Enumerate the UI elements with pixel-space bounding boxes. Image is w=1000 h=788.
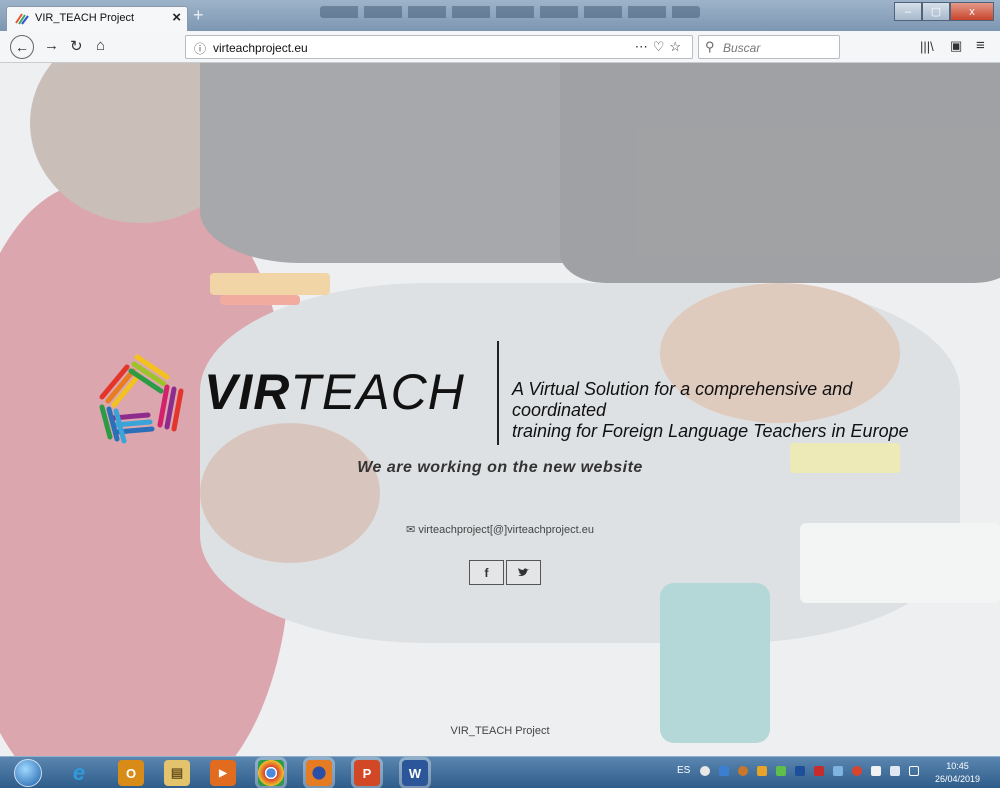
tray-antivirus-icon[interactable] — [852, 765, 863, 776]
bookmark-star-icon[interactable]: ☆ — [669, 39, 686, 54]
taskbar-word[interactable]: W — [402, 760, 428, 786]
forward-icon[interactable]: → — [44, 37, 59, 54]
tab-title: VIR_TEACH Project — [35, 12, 135, 24]
minimize-button[interactable]: – — [894, 2, 922, 21]
envelope-icon: ✉ — [406, 524, 416, 536]
search-icon: ⚲ — [705, 39, 715, 54]
tab-close-icon[interactable]: × — [172, 9, 181, 26]
language-indicator[interactable]: ES — [677, 765, 690, 776]
new-tab-button[interactable]: + — [193, 5, 204, 26]
menu-icon[interactable]: ≡ — [976, 37, 985, 54]
site-favicon-icon — [15, 13, 29, 25]
tray-bluetooth-icon[interactable] — [795, 765, 806, 776]
tagline-line-1: A Virtual Solution for a comprehensive a… — [512, 379, 853, 420]
tray-update-icon[interactable] — [776, 765, 787, 776]
contact-email[interactable]: ✉ virteachproject[@]virteachproject.eu — [0, 523, 1000, 536]
clock-time: 10:45 — [946, 761, 969, 771]
search-placeholder: Buscar — [723, 41, 761, 55]
tray-chrome-icon[interactable] — [738, 765, 749, 776]
internet-explorer-icon: e — [72, 760, 86, 785]
tab-virteach[interactable]: VIR_TEACH Project × — [6, 6, 188, 31]
virteach-logo-mark-icon — [99, 354, 184, 444]
tray-acrobat-icon[interactable] — [814, 765, 825, 776]
tray-network-app-icon[interactable] — [719, 765, 730, 776]
page-footer: VIR_TEACH Project — [450, 725, 550, 737]
virteach-wordmark: VIRTEACH — [204, 364, 465, 420]
system-tray: ES — [677, 765, 928, 776]
taskbar-outlook[interactable]: O — [118, 760, 144, 786]
tray-usb-icon[interactable] — [833, 765, 844, 776]
taskbar-powerpoint[interactable]: P — [354, 760, 380, 786]
taskbar-firefox[interactable] — [306, 760, 332, 786]
twitter-icon — [518, 568, 529, 576]
address-bar[interactable]: ⓘ virteachproject.eu ⋯♡☆ — [185, 35, 693, 59]
page-viewport: VIRTEACH A Virtual Solution for a compre… — [0, 63, 1000, 756]
pocket-icon[interactable]: ♡ — [653, 39, 670, 54]
outlook-icon: O — [125, 765, 137, 781]
tray-security-icon[interactable] — [757, 765, 768, 776]
powerpoint-icon: P — [362, 765, 372, 781]
home-icon[interactable]: ⌂ — [96, 37, 105, 54]
tray-volume-icon[interactable] — [909, 765, 920, 776]
facebook-button[interactable]: f — [469, 560, 504, 585]
tagline: A Virtual Solution for a comprehensive a… — [512, 379, 922, 442]
taskbar-clock[interactable]: 10:45 26/04/2019 — [935, 760, 980, 786]
folder-icon: ▤ — [170, 765, 184, 780]
email-text[interactable]: virteachproject[@]virteachproject.eu — [418, 524, 594, 536]
reload-icon[interactable]: ↻ — [70, 37, 83, 55]
browser-titlebar: VIR_TEACH Project × + – ▢ x — [0, 0, 1000, 31]
search-bar[interactable]: ⚲ Buscar — [698, 35, 840, 59]
word-icon: W — [408, 765, 422, 781]
site-info-icon[interactable]: ⓘ — [194, 40, 206, 57]
windows-taskbar: e O ▤ ▶ P W ES 10:45 26/04/2019 — [0, 756, 1000, 788]
window-controls: – ▢ x — [894, 2, 994, 21]
start-button[interactable] — [14, 759, 42, 787]
social-links: f — [469, 560, 543, 585]
close-window-button[interactable]: x — [950, 2, 994, 21]
taskbar-chrome[interactable] — [258, 760, 284, 786]
taskbar-media-player[interactable]: ▶ — [210, 760, 236, 786]
tray-app-icon[interactable] — [700, 765, 711, 776]
back-button[interactable]: ← — [10, 35, 34, 59]
logo-divider — [497, 341, 499, 445]
maximize-button[interactable]: ▢ — [922, 2, 950, 21]
tagline-line-2: training for Foreign Language Teachers i… — [512, 421, 909, 441]
media-player-icon: ▶ — [219, 767, 227, 779]
navigation-toolbar: ← → ↻ ⌂ ⓘ virteachproject.eu ⋯♡☆ ⚲ Busca… — [0, 31, 1000, 63]
page-actions-menu-icon[interactable]: ⋯ — [635, 39, 653, 54]
taskbar-explorer[interactable]: ▤ — [164, 760, 190, 786]
clock-date: 26/04/2019 — [934, 774, 980, 784]
tray-flag-icon[interactable] — [871, 765, 882, 776]
virteach-logo: VIRTEACH A Virtual Solution for a compre… — [92, 341, 922, 445]
address-text[interactable]: virteachproject.eu — [213, 41, 308, 55]
page-actions: ⋯♡☆ — [635, 39, 686, 55]
window-title-blurred — [320, 6, 700, 18]
facebook-icon: f — [484, 565, 489, 580]
twitter-button[interactable] — [506, 560, 541, 585]
sidebar-icon[interactable]: ▣ — [950, 38, 962, 54]
tray-display-icon[interactable] — [890, 765, 901, 776]
taskbar-ie[interactable]: e — [66, 760, 92, 786]
library-icon[interactable]: |||\ — [920, 39, 934, 54]
working-headline: We are working on the new website — [357, 459, 643, 476]
